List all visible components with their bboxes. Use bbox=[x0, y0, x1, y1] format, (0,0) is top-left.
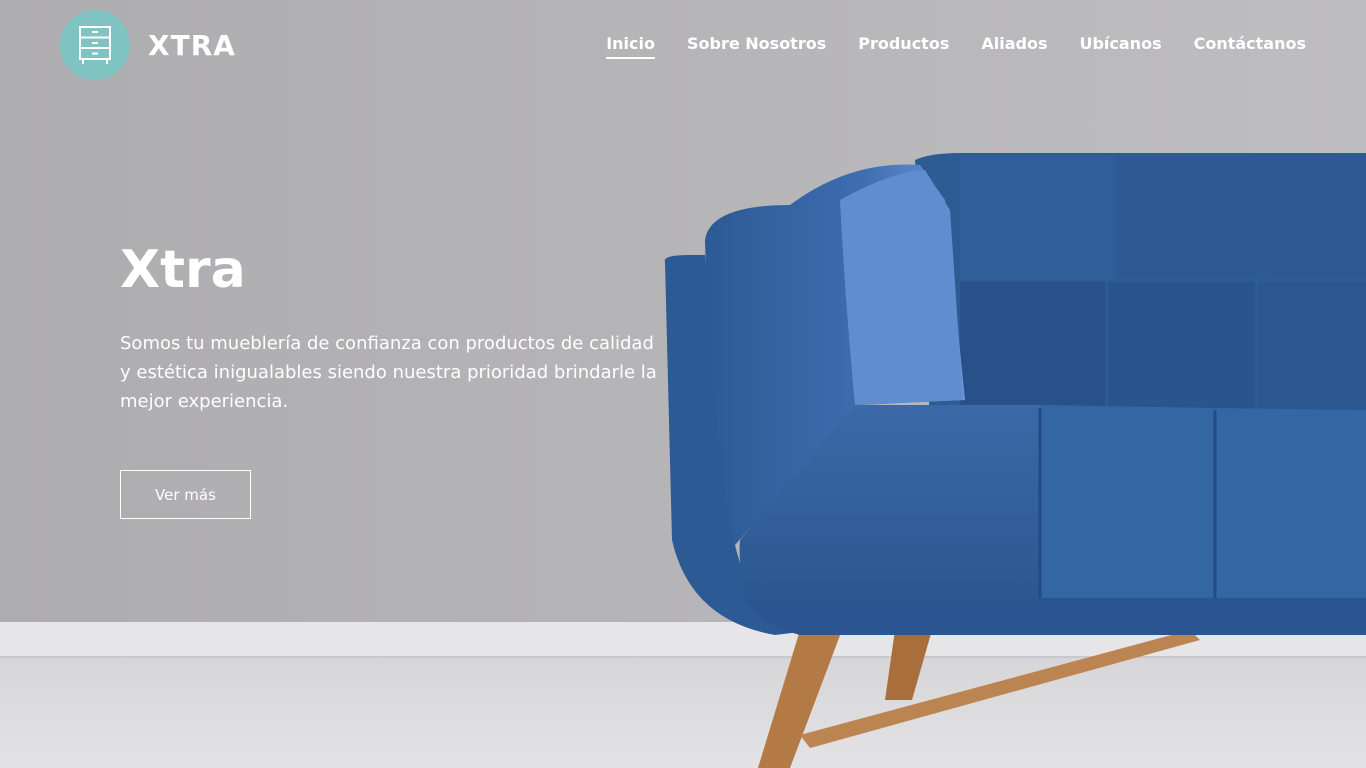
hero-title: Xtra bbox=[120, 240, 246, 300]
main-nav: Inicio Sobre Nosotros Productos Aliados … bbox=[606, 34, 1306, 59]
nav-item-ubicanos[interactable]: Ubícanos bbox=[1079, 34, 1161, 59]
ver-mas-button[interactable]: Ver más bbox=[120, 470, 251, 519]
site-header: XTRA Inicio Sobre Nosotros Productos Ali… bbox=[0, 0, 1366, 90]
page: XTRA Inicio Sobre Nosotros Productos Ali… bbox=[0, 0, 1366, 768]
nav-item-sobre-nosotros[interactable]: Sobre Nosotros bbox=[687, 34, 826, 59]
hero-description: Somos tu mueblería de confianza con prod… bbox=[120, 333, 657, 413]
dresser-icon bbox=[60, 10, 130, 80]
nav-item-contactanos[interactable]: Contáctanos bbox=[1194, 34, 1306, 59]
hero-content: Xtra Somos tu mueblería de confianza con… bbox=[120, 240, 660, 416]
nav-item-inicio[interactable]: Inicio bbox=[606, 34, 655, 59]
brand-logo[interactable]: XTRA bbox=[60, 10, 236, 80]
brand-name: XTRA bbox=[148, 28, 236, 62]
nav-item-aliados[interactable]: Aliados bbox=[981, 34, 1047, 59]
nav-item-productos[interactable]: Productos bbox=[858, 34, 949, 59]
